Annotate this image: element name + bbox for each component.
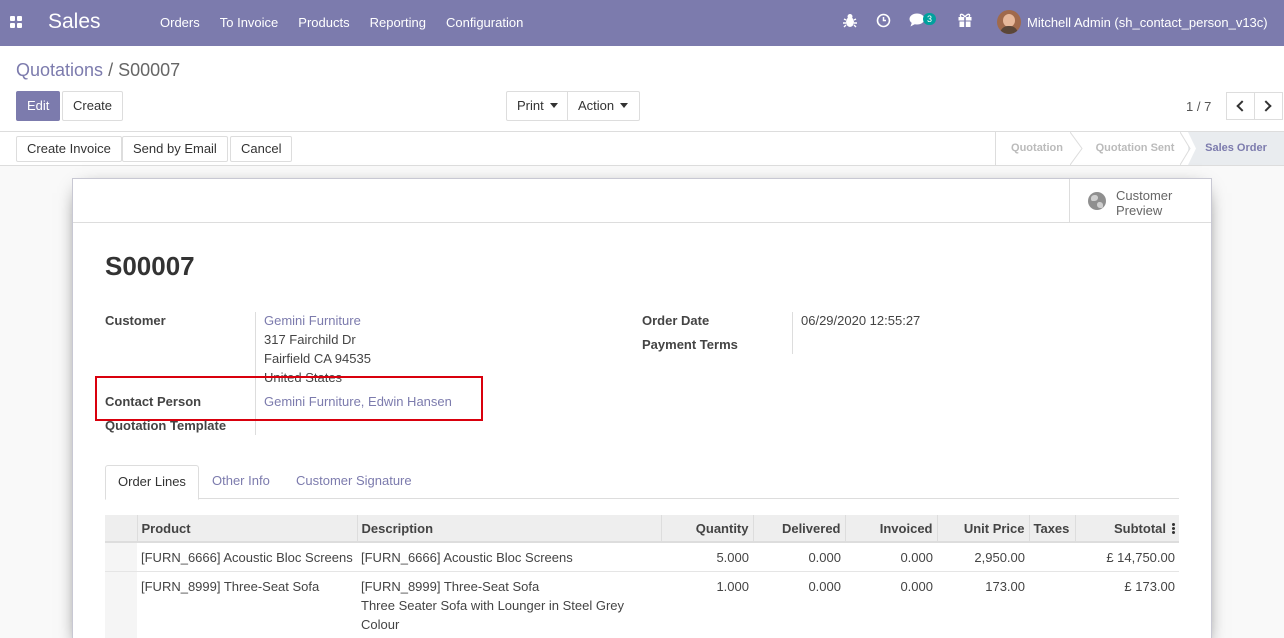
chat-count-badge: 3 — [923, 13, 937, 25]
cell-unit-price: 2,950.00 — [937, 542, 1029, 572]
cell-delivered: 0.000 — [753, 571, 845, 638]
menu-orders[interactable]: Orders — [160, 15, 200, 30]
column-header-quantity[interactable]: Quantity — [660, 515, 753, 543]
breadcrumb-current: S00007 — [118, 60, 181, 80]
cell-unit-price: 173.00 — [937, 571, 1029, 638]
action-dropdown[interactable]: Action — [567, 91, 640, 121]
column-header-product[interactable]: Product — [136, 515, 357, 543]
row-handle[interactable] — [105, 571, 137, 638]
address-line: 317 Fairchild Dr — [264, 332, 356, 347]
menu-products[interactable]: Products — [298, 15, 349, 30]
caret-down-icon — [549, 103, 558, 108]
gift-icon[interactable] — [958, 13, 972, 30]
chevron-right-icon — [1260, 100, 1272, 112]
create-invoice-button[interactable]: Create Invoice — [16, 136, 122, 162]
table-row[interactable]: [FURN_6666] Acoustic Bloc Screens [FURN_… — [105, 542, 1179, 572]
cancel-button[interactable]: Cancel — [230, 136, 293, 162]
menu-configuration[interactable]: Configuration — [446, 15, 523, 30]
menu-to-invoice[interactable]: To Invoice — [220, 15, 279, 30]
pager-previous-button[interactable] — [1226, 92, 1255, 120]
page-title: S00007 — [105, 251, 195, 281]
stage-sales-order: Sales Order — [1188, 132, 1284, 165]
avatar[interactable] — [997, 10, 1021, 34]
breadcrumb: Quotations / S00007 — [16, 60, 180, 81]
description-line: Colour — [361, 617, 400, 632]
contact-person-highlight — [95, 376, 483, 421]
cell-product: [FURN_6666] Acoustic Bloc Screens — [137, 542, 357, 572]
control-panel: Quotations / S00007 Edit Create Print Ac… — [0, 46, 1284, 132]
column-header-description[interactable]: Description — [356, 515, 661, 543]
description-line: Three Seater Sofa with Lounger in Steel … — [361, 598, 625, 613]
table-row[interactable]: [FURN_8999] Three-Seat Sofa [FURN_8999] … — [105, 571, 1179, 638]
field-divider — [792, 312, 793, 354]
pager-value[interactable]: 1 / 7 — [1186, 99, 1211, 114]
cell-taxes — [1029, 571, 1075, 638]
subtotal-header-label: Subtotal — [1114, 520, 1166, 536]
cell-product: [FURN_8999] Three-Seat Sofa — [137, 571, 357, 638]
smart-button-box: Customer Preview — [73, 179, 1211, 223]
notebook-tabs: Order Lines Other Info Customer Signatur… — [105, 465, 1179, 500]
tab-order-lines[interactable]: Order Lines — [105, 465, 199, 500]
cell-invoiced: 0.000 — [845, 542, 937, 572]
cell-delivered: 0.000 — [753, 542, 845, 572]
create-button[interactable]: Create — [62, 91, 124, 121]
main-menu: Orders To Invoice Products Reporting Con… — [160, 15, 543, 30]
column-header-delivered[interactable]: Delivered — [752, 515, 845, 543]
customer-preview-button[interactable]: Customer Preview — [1069, 179, 1211, 222]
cell-description: [FURN_8999] Three-Seat Sofa Three Seater… — [357, 571, 661, 638]
cell-subtotal: £ 173.00 — [1075, 571, 1179, 638]
stage-quotation[interactable]: Quotation — [996, 132, 1078, 165]
edit-button[interactable]: Edit — [16, 91, 61, 121]
cell-quantity: 1.000 — [661, 571, 753, 638]
bug-icon[interactable] — [843, 13, 857, 32]
breadcrumb-separator: / — [108, 60, 114, 80]
column-options-icon[interactable] — [1172, 523, 1175, 535]
customer-preview-label: Customer Preview — [1116, 188, 1173, 218]
form-sheet: Customer Preview S00007 Customer Gemini … — [72, 178, 1212, 638]
table-header-row: Product Description Quantity Delivered I… — [105, 515, 1179, 543]
stage-arrow-icon — [1180, 132, 1196, 165]
handle-header — [105, 515, 137, 543]
column-header-invoiced[interactable]: Invoiced — [844, 515, 937, 543]
cell-subtotal: £ 14,750.00 — [1075, 542, 1179, 572]
send-by-email-button[interactable]: Send by Email — [122, 136, 228, 162]
cell-description: [FURN_6666] Acoustic Bloc Screens — [357, 542, 661, 572]
status-bar: Create Invoice Send by Email Cancel Quot… — [0, 132, 1284, 166]
menu-reporting[interactable]: Reporting — [370, 15, 426, 30]
cell-quantity: 5.000 — [661, 542, 753, 572]
customer-link[interactable]: Gemini Furniture — [264, 313, 361, 328]
tab-customer-signature[interactable]: Customer Signature — [284, 465, 424, 499]
quotation-template-label: Quotation Template — [105, 418, 227, 433]
top-navbar: Sales Orders To Invoice Products Reporti… — [0, 0, 1284, 46]
tab-other-info[interactable]: Other Info — [200, 465, 282, 499]
column-header-taxes[interactable]: Taxes — [1028, 515, 1075, 543]
payment-terms-label: Payment Terms — [642, 337, 738, 352]
pager-next-button[interactable] — [1254, 92, 1283, 120]
order-lines-table: Product Description Quantity Delivered I… — [105, 515, 1179, 638]
user-name[interactable]: Mitchell Admin (sh_contact_person_v13c) — [1027, 15, 1268, 30]
cell-invoiced: 0.000 — [845, 571, 937, 638]
globe-icon — [1088, 192, 1106, 210]
breadcrumb-quotations[interactable]: Quotations — [16, 60, 103, 80]
column-header-subtotal[interactable]: Subtotal — [1074, 515, 1179, 543]
apps-grid-icon[interactable] — [10, 16, 22, 28]
clock-icon[interactable] — [876, 13, 891, 31]
stage-quotation-sent[interactable]: Quotation Sent — [1082, 132, 1188, 165]
column-header-unit-price[interactable]: Unit Price — [936, 515, 1029, 543]
print-label: Print — [517, 98, 544, 113]
cell-taxes — [1029, 542, 1075, 572]
order-date-label: Order Date — [642, 313, 710, 328]
address-line: Fairfield CA 94535 — [264, 351, 371, 366]
description-line: [FURN_6666] Acoustic Bloc Screens — [361, 550, 573, 565]
description-line: [FURN_8999] Three-Seat Sofa — [361, 579, 540, 594]
caret-down-icon — [620, 103, 629, 108]
action-label: Action — [578, 98, 615, 113]
order-date-value: 06/29/2020 12:55:27 — [801, 313, 921, 328]
customer-label: Customer — [105, 313, 166, 328]
app-name[interactable]: Sales — [48, 10, 101, 34]
print-dropdown[interactable]: Print — [506, 91, 568, 121]
chevron-left-icon — [1236, 100, 1248, 112]
row-handle[interactable] — [105, 542, 137, 572]
